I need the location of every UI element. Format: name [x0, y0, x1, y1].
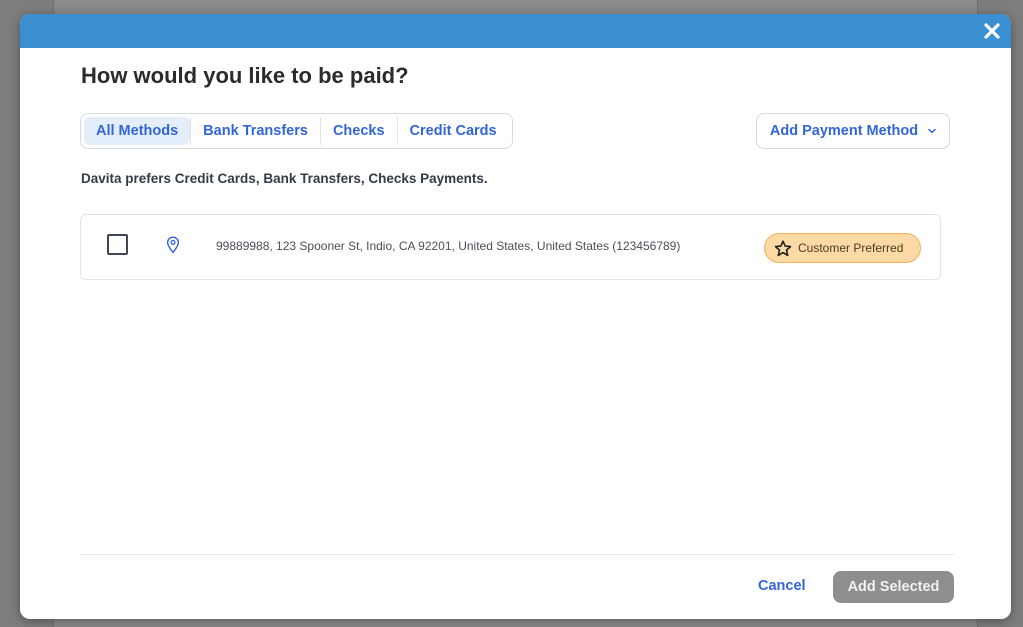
dialog-header [20, 14, 1011, 48]
tab-bank-transfers[interactable]: Bank Transfers [191, 117, 320, 145]
preferred-methods-note: Davita prefers Credit Cards, Bank Transf… [81, 171, 488, 186]
location-pin-icon [166, 236, 180, 254]
chevron-down-icon [928, 128, 936, 134]
payment-method-address: 99889988, 123 Spooner St, Indio, CA 9220… [216, 239, 681, 253]
add-payment-method-dropdown[interactable]: Add Payment Method [756, 113, 950, 149]
close-icon [984, 23, 1000, 39]
payment-method-row: 99889988, 123 Spooner St, Indio, CA 9220… [80, 214, 941, 280]
tab-credit-cards[interactable]: Credit Cards [398, 117, 509, 145]
customer-preferred-badge: Customer Preferred [764, 233, 921, 263]
star-icon [774, 239, 792, 256]
footer-divider [80, 554, 954, 555]
payment-method-checkbox[interactable] [107, 234, 128, 255]
tab-all-methods[interactable]: All Methods [84, 117, 191, 145]
cancel-button[interactable]: Cancel [758, 578, 806, 594]
add-payment-method-label: Add Payment Method [769, 123, 919, 139]
method-filter-tabs: All Methods Bank Transfers Checks Credit… [80, 113, 513, 149]
tab-checks[interactable]: Checks [321, 117, 397, 145]
dialog-title: How would you like to be paid? [81, 63, 409, 88]
badge-label: Customer Preferred [798, 241, 904, 255]
close-button[interactable] [978, 16, 1006, 46]
add-selected-button[interactable]: Add Selected [833, 571, 954, 603]
payment-method-dialog: How would you like to be paid? All Metho… [20, 14, 1011, 619]
